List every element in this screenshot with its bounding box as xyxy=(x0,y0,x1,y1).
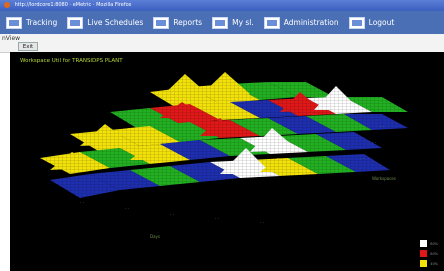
admin-icon xyxy=(263,16,280,29)
x-tick: · · xyxy=(215,216,219,221)
schedule-icon xyxy=(67,16,84,29)
my-icon xyxy=(212,16,229,29)
menu-tracking[interactable]: Tracking xyxy=(6,16,58,29)
menu-my-label: My sl. xyxy=(232,18,254,27)
legend-label: 40% xyxy=(430,261,438,266)
window-title: http://lordcore1:8080 · eMetric · Mozill… xyxy=(14,2,132,8)
z-tick: · · xyxy=(360,156,364,161)
legend-label: 60% xyxy=(430,251,438,256)
exit-button[interactable]: Exit xyxy=(18,42,38,51)
x-tick: · · xyxy=(260,220,264,225)
z-tick: · · xyxy=(372,140,376,145)
menu-reports[interactable]: Reports xyxy=(153,16,203,29)
z-axis-label: Workspaces xyxy=(372,176,396,181)
legend-item: 80% xyxy=(420,240,438,247)
legend-swatch-white xyxy=(420,240,428,247)
menu-logout-label: Logout xyxy=(368,18,395,27)
legend-label: 80% xyxy=(430,241,438,246)
main-menu: Tracking Live Schedules Reports My sl. A… xyxy=(0,11,444,34)
surface-plot: · · · · · · · · · · · · · · · · · · Days… xyxy=(30,66,420,239)
legend-swatch-red xyxy=(420,250,428,257)
menu-live-schedules[interactable]: Live Schedules xyxy=(67,16,144,29)
menu-administration-label: Administration xyxy=(283,18,339,27)
view-label: nView xyxy=(2,35,21,42)
browser-titlebar: http://lordcore1:8080 · eMetric · Mozill… xyxy=(0,0,444,11)
x-axis-label: Days xyxy=(150,234,160,239)
menu-live-schedules-label: Live Schedules xyxy=(87,18,144,27)
menu-tracking-label: Tracking xyxy=(26,18,58,27)
menu-administration[interactable]: Administration xyxy=(263,16,339,29)
firefox-icon xyxy=(4,1,10,8)
menu-reports-label: Reports xyxy=(173,18,203,27)
x-tick: · · xyxy=(170,212,174,217)
x-tick: · · xyxy=(80,200,84,205)
legend-swatch-yellow xyxy=(420,260,428,267)
z-tick: · · xyxy=(390,108,394,113)
tracking-icon xyxy=(6,16,22,29)
menu-logout[interactable]: Logout xyxy=(348,16,395,29)
3d-chart-viewport[interactable]: Workspace Util for TRANSIDPS PLANT · · ·… xyxy=(10,52,444,271)
view-toolbar: nView Exit xyxy=(0,34,444,53)
z-tick: · · xyxy=(380,124,384,129)
menu-my[interactable]: My sl. xyxy=(212,16,254,29)
legend-item: 40% xyxy=(420,260,438,267)
mesh-overlay xyxy=(30,66,420,204)
logout-icon xyxy=(348,16,365,29)
x-tick: · · xyxy=(125,206,129,211)
legend: 80% 60% 40% xyxy=(420,237,438,267)
legend-item: 60% xyxy=(420,250,438,257)
reports-icon xyxy=(153,16,170,29)
